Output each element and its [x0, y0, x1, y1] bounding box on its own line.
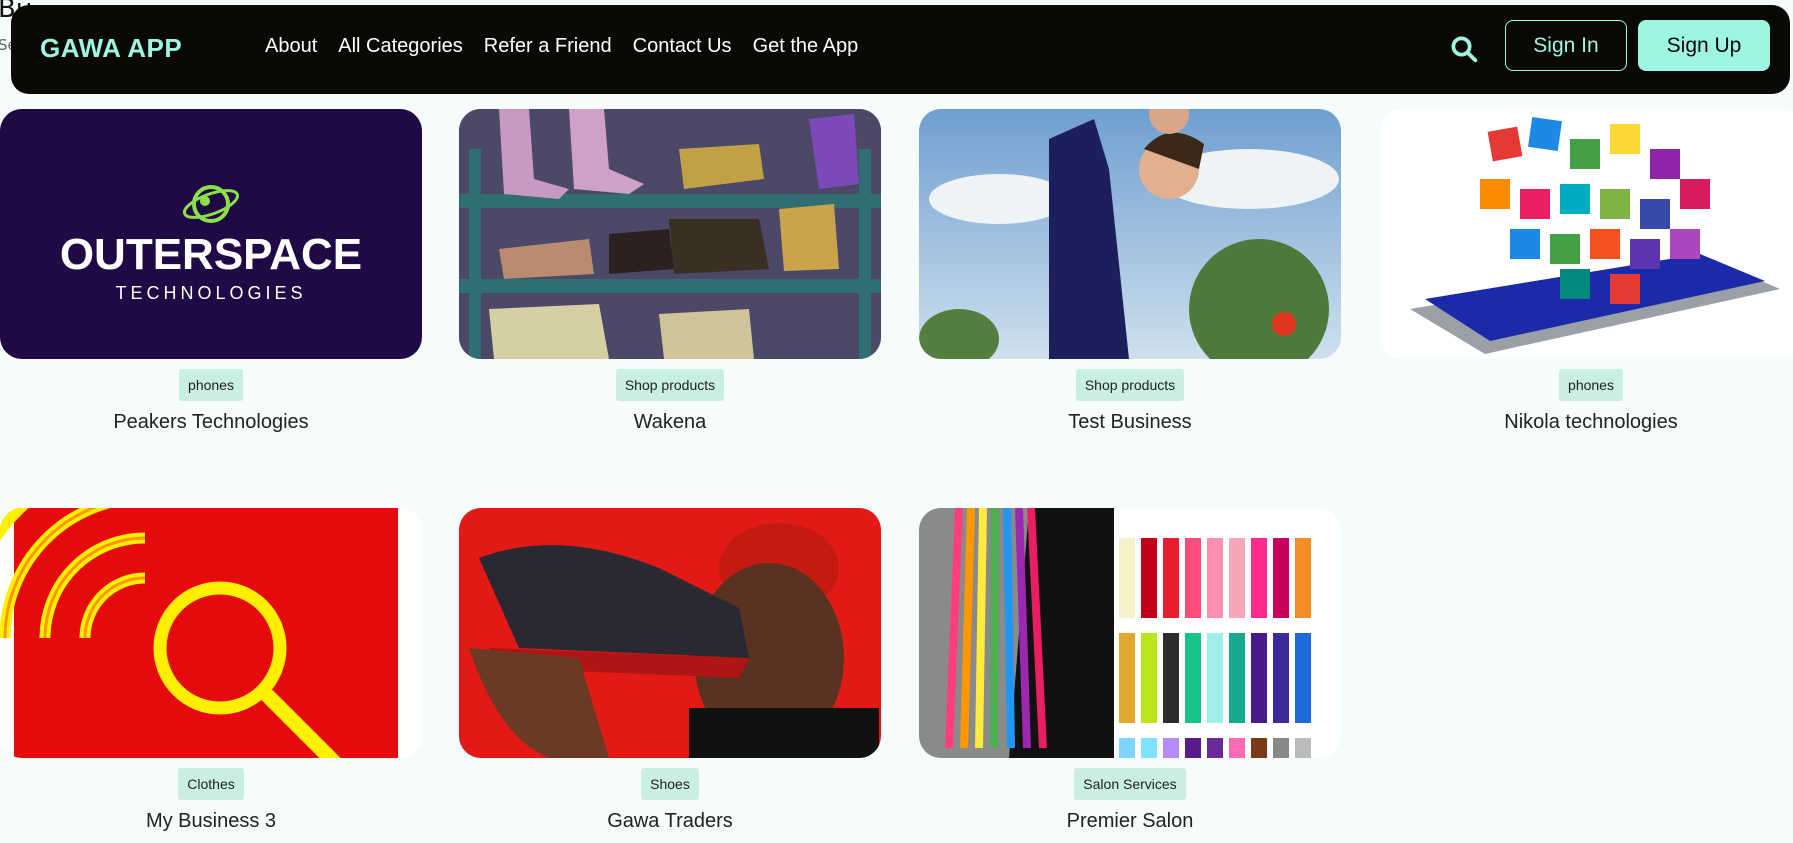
category-badge[interactable]: Clothes [178, 768, 244, 800]
business-name[interactable]: Peakers Technologies [0, 411, 422, 434]
outerspace-logo-subtext: TECHNOLOGIES [115, 283, 306, 303]
business-name[interactable]: Premier Salon [919, 810, 1341, 833]
business-card[interactable]: phones Nikola technologies [1380, 109, 1793, 434]
nav-links: About All Categories Refer a Friend Cont… [265, 35, 879, 58]
sign-in-button[interactable]: Sign In [1505, 20, 1627, 71]
business-name[interactable]: My Business 3 [0, 810, 422, 833]
business-image-braids [919, 508, 1341, 758]
category-badge[interactable]: Salon Services [1074, 768, 1186, 800]
business-card[interactable]: OUTERSPACE TECHNOLOGIES phones Peakers T… [0, 109, 422, 434]
nav-link-refer-a-friend[interactable]: Refer a Friend [484, 35, 612, 58]
business-card[interactable]: Clothes My Business 3 [0, 508, 422, 833]
nav-link-all-categories[interactable]: All Categories [338, 35, 463, 58]
business-image-shoe-shelf [459, 109, 881, 359]
business-name[interactable]: Wakena [459, 411, 881, 434]
category-badge[interactable]: Shoes [641, 768, 699, 800]
nav-link-get-the-app[interactable]: Get the App [753, 35, 859, 58]
business-image-phone-apps [1380, 109, 1793, 359]
business-name[interactable]: Test Business [919, 411, 1341, 434]
category-badge[interactable]: Shop products [1075, 369, 1185, 401]
business-card[interactable]: Shop products Test Business [919, 109, 1341, 434]
business-name[interactable]: Nikola technologies [1380, 411, 1793, 434]
business-image-outerspace-logo: OUTERSPACE TECHNOLOGIES [0, 109, 422, 359]
sign-up-button[interactable]: Sign Up [1638, 20, 1770, 71]
business-image-father-child [919, 109, 1341, 359]
nav-link-about[interactable]: About [265, 35, 317, 58]
nav-link-contact-us[interactable]: Contact Us [633, 35, 732, 58]
business-image-sneaker [459, 508, 881, 758]
business-card[interactable]: Salon Services Premier Salon [919, 508, 1341, 833]
business-card[interactable]: Shop products Wakena [459, 109, 881, 434]
business-image-search-wifi-logo [0, 508, 422, 758]
outerspace-logo-text: OUTERSPACE [60, 230, 362, 279]
business-card[interactable]: Shoes Gawa Traders [459, 508, 881, 833]
brand-logo[interactable]: GAWA APP [40, 33, 182, 64]
top-navbar: GAWA APP About All Categories Refer a Fr… [11, 5, 1790, 94]
business-name[interactable]: Gawa Traders [459, 810, 881, 833]
category-badge[interactable]: phones [1559, 369, 1623, 401]
category-badge[interactable]: phones [179, 369, 243, 401]
search-icon[interactable] [1449, 34, 1483, 68]
category-badge[interactable]: Shop products [615, 369, 725, 401]
